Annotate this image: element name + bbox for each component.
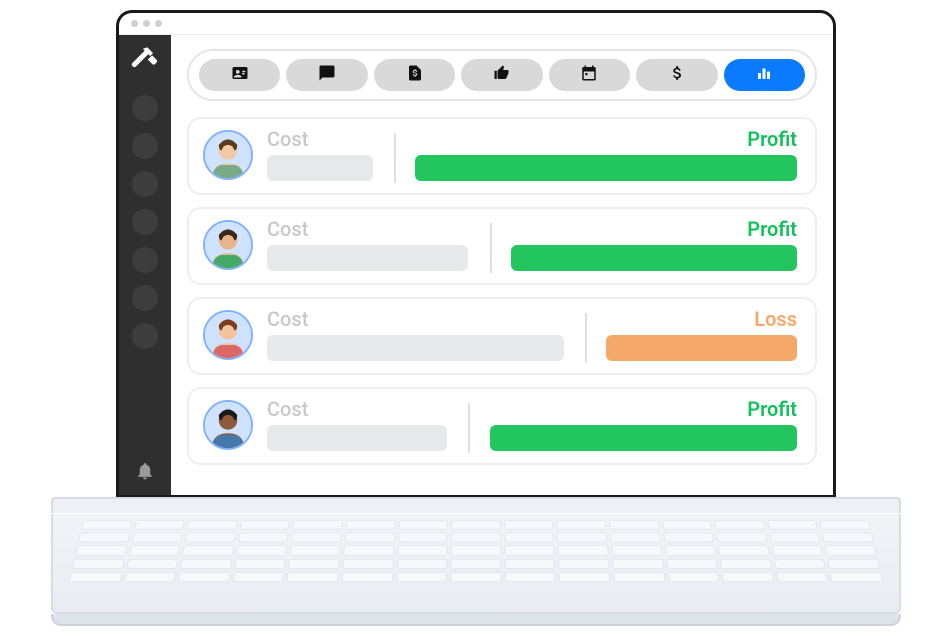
tab-id-card[interactable] — [199, 59, 280, 91]
cost-bar — [267, 245, 468, 271]
divider — [468, 403, 470, 453]
traffic-light-dot — [143, 20, 150, 27]
divider — [394, 133, 396, 183]
bar-chart-icon — [755, 64, 773, 86]
cost-bar — [267, 335, 564, 361]
thumbs-up-icon — [493, 64, 511, 86]
bars — [267, 425, 797, 451]
invoice-icon — [406, 64, 424, 86]
tab-invoice[interactable] — [374, 59, 455, 91]
laptop-base-edge — [51, 614, 901, 626]
traffic-light-dot — [131, 20, 138, 27]
profit-row: Cost Profit — [187, 207, 817, 285]
tab-thumbs-up[interactable] — [461, 59, 542, 91]
row-body: Cost Profit — [267, 219, 797, 271]
avatar[interactable] — [203, 130, 253, 180]
profit-rows: Cost Profit Cost Profit Cost Loss Cost Profi… — [187, 117, 817, 465]
screen-frame: Cost Profit Cost Profit Cost Loss Cost Profi… — [116, 10, 836, 498]
cost-label: Cost — [267, 397, 308, 421]
profit-label: Profit — [747, 397, 797, 421]
divider — [585, 313, 587, 363]
sidebar-nav-placeholder[interactable] — [132, 285, 158, 311]
laptop-keyboard — [51, 514, 901, 614]
top-tabs — [187, 49, 817, 101]
chat-icon — [318, 64, 336, 86]
cost-label: Cost — [267, 217, 308, 241]
profit-row: Cost Loss — [187, 297, 817, 375]
bars — [267, 155, 797, 181]
tab-calendar[interactable] — [549, 59, 630, 91]
sidebar — [119, 35, 171, 495]
tab-bar-chart[interactable] — [724, 59, 805, 91]
dollar-icon — [668, 64, 686, 86]
bell-icon[interactable] — [135, 461, 155, 485]
profit-label: Profit — [747, 127, 797, 151]
avatar[interactable] — [203, 220, 253, 270]
sidebar-nav-placeholder[interactable] — [132, 323, 158, 349]
main-panel: Cost Profit Cost Profit Cost Loss Cost Profi… — [171, 35, 833, 495]
profit-label: Profit — [747, 217, 797, 241]
cost-label: Cost — [267, 127, 308, 151]
cost-bar — [267, 425, 447, 451]
row-body: Cost Profit — [267, 129, 797, 181]
tab-chat[interactable] — [286, 59, 367, 91]
bars — [267, 335, 797, 361]
row-body: Cost Loss — [267, 309, 797, 361]
app-screen: Cost Profit Cost Profit Cost Loss Cost Profi… — [119, 35, 833, 495]
laptop-mockup: Cost Profit Cost Profit Cost Loss Cost Profi… — [51, 10, 901, 626]
traffic-light-dot — [155, 20, 162, 27]
profit-bar — [415, 155, 797, 181]
sidebar-nav-placeholder[interactable] — [132, 247, 158, 273]
profit-bar — [490, 425, 797, 451]
row-body: Cost Profit — [267, 399, 797, 451]
cost-bar — [267, 155, 373, 181]
loss-label: Loss — [754, 307, 797, 331]
profit-row: Cost Profit — [187, 117, 817, 195]
sidebar-nav-placeholder[interactable] — [132, 95, 158, 121]
profit-bar — [511, 245, 797, 271]
calendar-icon — [580, 64, 598, 86]
avatar[interactable] — [203, 400, 253, 450]
profit-row: Cost Profit — [187, 387, 817, 465]
sidebar-nav-placeholder[interactable] — [132, 133, 158, 159]
loss-bar — [606, 335, 797, 361]
cost-label: Cost — [267, 307, 308, 331]
hammer-icon — [125, 41, 165, 81]
divider — [490, 223, 492, 273]
id-card-icon — [231, 64, 249, 86]
window-titlebar — [119, 13, 833, 35]
sidebar-nav-placeholder[interactable] — [132, 171, 158, 197]
bars — [267, 245, 797, 271]
avatar[interactable] — [203, 310, 253, 360]
laptop-hinge — [51, 497, 901, 513]
sidebar-nav-placeholder[interactable] — [132, 209, 158, 235]
tab-dollar[interactable] — [636, 59, 717, 91]
